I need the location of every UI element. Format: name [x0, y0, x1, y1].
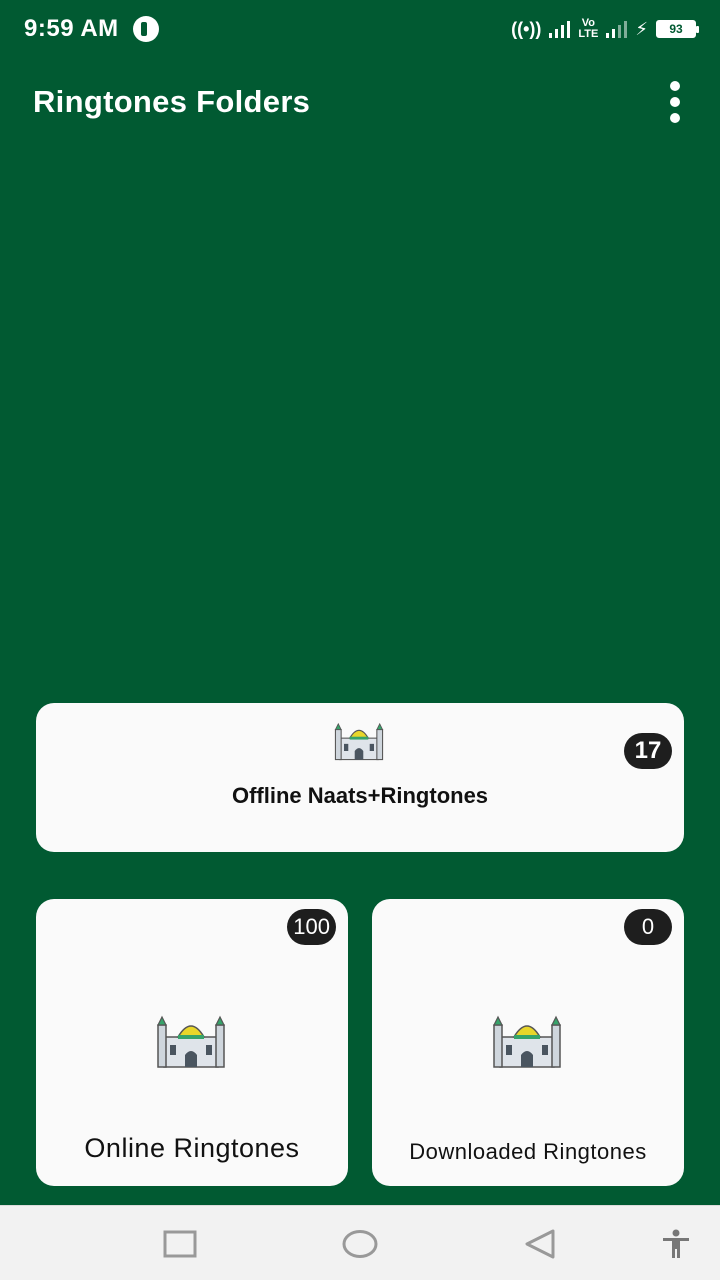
accessibility-icon[interactable]	[646, 1206, 706, 1280]
home-icon[interactable]	[330, 1206, 390, 1280]
more-vertical-icon[interactable]	[655, 72, 695, 132]
online-card-label: Online Ringtones	[84, 1133, 300, 1163]
offline-count-badge: 17	[624, 733, 672, 769]
charging-icon: ⚡	[635, 18, 648, 39]
status-icons: ((•)) Vo LTE ⚡ 93	[511, 17, 699, 40]
downloaded-ringtones-card[interactable]: 0 Downloaded Ringtones	[372, 899, 684, 1186]
volte-icon: Vo LTE	[578, 17, 599, 40]
online-ringtones-card[interactable]: 100 Online Ringtones	[36, 899, 348, 1186]
offline-naats-card[interactable]: 17 Offline Naats+Ringtones	[36, 703, 684, 852]
signal-icon	[549, 20, 571, 38]
notification-app-icon	[132, 16, 159, 42]
status-time: 9:59 AM	[24, 15, 119, 42]
downloaded-card-label: Downloaded Ringtones	[409, 1139, 647, 1164]
downloaded-count-badge: 0	[624, 909, 672, 945]
back-icon[interactable]	[510, 1206, 570, 1280]
app-bar: Ringtones Folders	[0, 58, 720, 146]
mosque-icon	[493, 1015, 561, 1068]
mosque-icon	[334, 722, 384, 761]
battery-icon: 93	[656, 20, 699, 38]
offline-card-label: Offline Naats+Ringtones	[231, 783, 489, 808]
recent-apps-icon[interactable]	[150, 1206, 210, 1280]
app-screen: 9:59 AM ((•)) Vo LTE ⚡ 93 Ringtones Folde…	[0, 0, 720, 1280]
signal-icon-2	[606, 20, 628, 38]
status-bar: 9:59 AM ((•)) Vo LTE ⚡ 93	[0, 0, 720, 58]
page-title: Ringtones Folders	[33, 84, 311, 119]
system-nav-bar	[0, 1205, 720, 1280]
online-count-badge: 100	[287, 909, 336, 945]
hotspot-icon: ((•))	[511, 18, 542, 39]
mosque-icon	[157, 1015, 225, 1068]
